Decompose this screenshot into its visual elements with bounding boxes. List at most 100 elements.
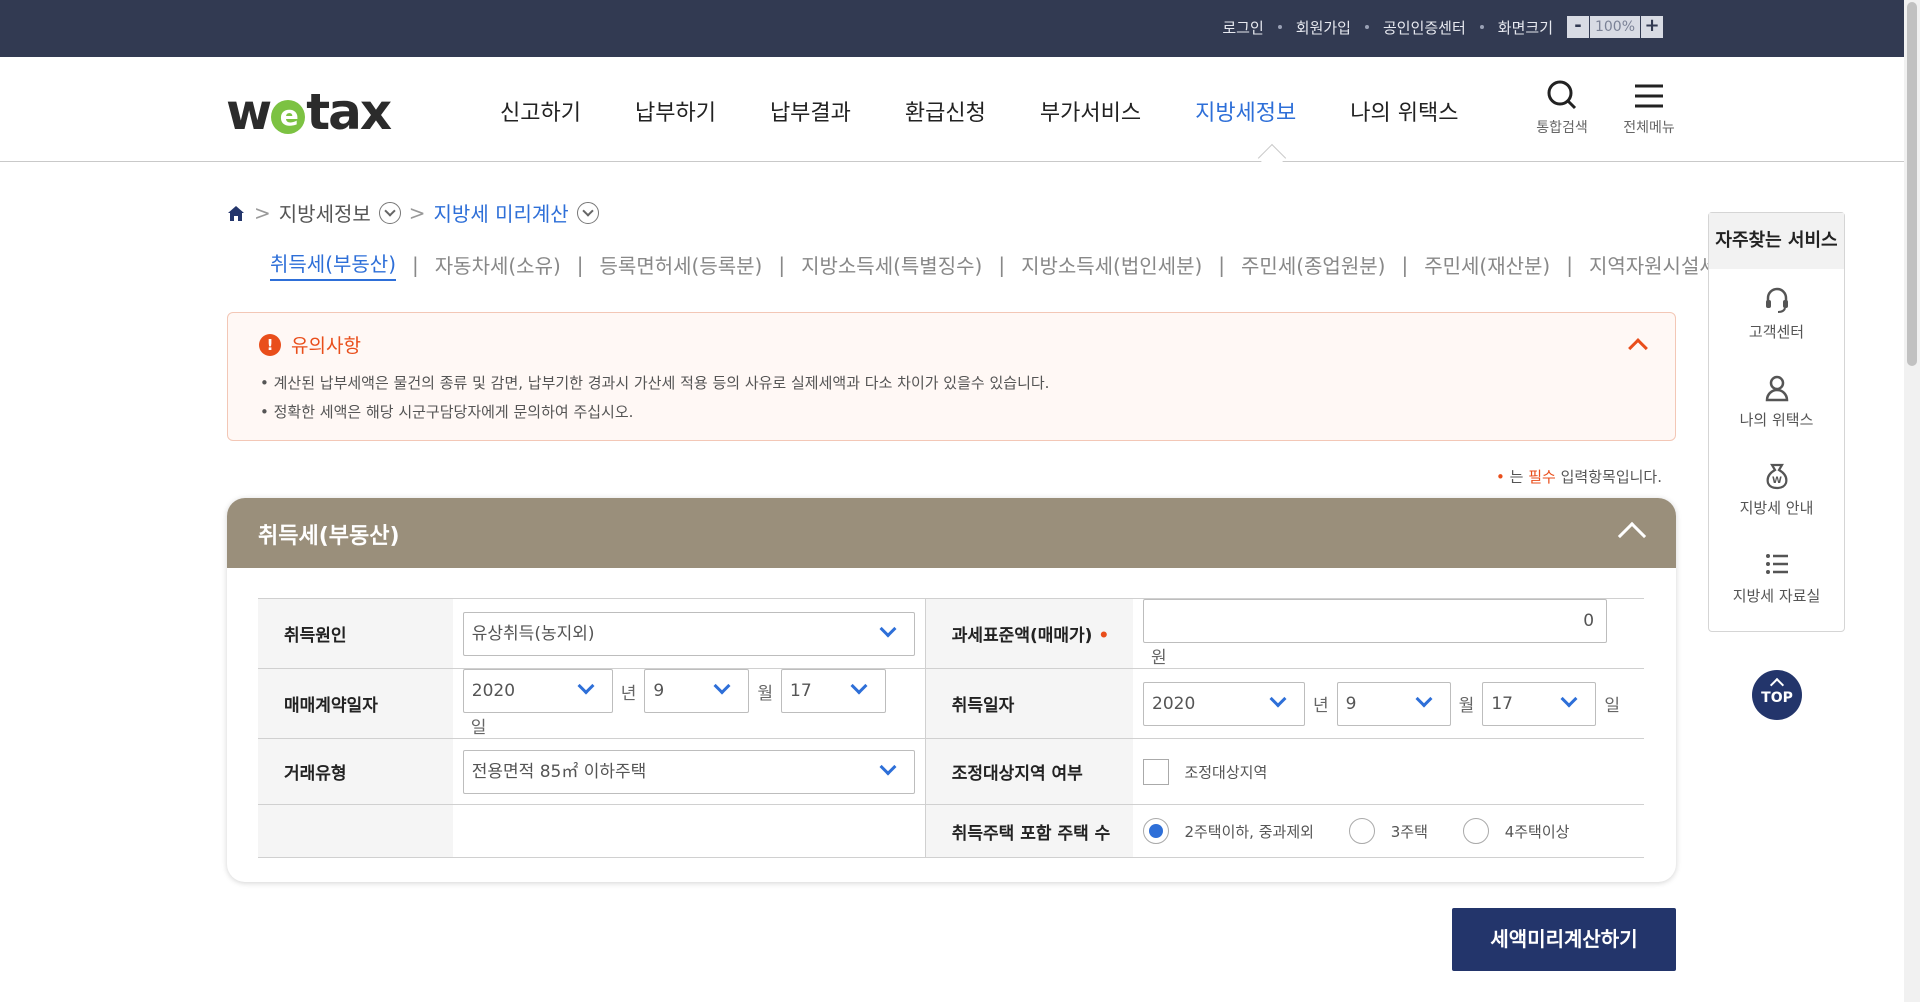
acq-date-cell: 2020 년 9 월 17 일 xyxy=(1133,668,1644,739)
money-bag-icon: W xyxy=(1766,463,1787,490)
quick-item-label: 지방세 자료실 xyxy=(1732,587,1821,605)
contract-year-select[interactable]: 2020 xyxy=(462,669,613,713)
calculate-tax-button[interactable]: 세액미리계산하기 xyxy=(1452,908,1676,971)
acq-month-select[interactable]: 9 xyxy=(1336,681,1451,726)
nav-report[interactable]: 신고하기 xyxy=(500,95,581,127)
user-icon xyxy=(1765,375,1788,402)
breadcrumb-separator: > xyxy=(254,200,271,225)
collapse-up-icon[interactable] xyxy=(1628,338,1648,358)
nav-refund[interactable]: 환급신청 xyxy=(905,95,986,127)
signup-link[interactable]: 회원가입 xyxy=(1296,17,1351,38)
tab-divider: | xyxy=(576,252,584,277)
tab-divider: | xyxy=(778,252,786,277)
search-button[interactable]: 통합검색 xyxy=(1532,79,1592,137)
quick-item-customer-center[interactable]: 고객센터 xyxy=(1709,269,1844,357)
nav-local-tax-info[interactable]: 지방세정보 xyxy=(1195,95,1296,127)
acq-cause-select[interactable]: 유상취득(농지외) xyxy=(462,611,915,656)
all-menu-button[interactable]: 전체메뉴 xyxy=(1619,79,1679,137)
house-count-radio-3[interactable] xyxy=(1463,818,1490,844)
zoom-value: 100% xyxy=(1590,16,1640,38)
tab-vehicle-tax[interactable]: 자동차세(소유) xyxy=(435,250,561,279)
deal-type-value: 전용면적 85㎡ 이하주택 xyxy=(471,761,647,782)
acquisition-tax-panel: 취득세(부동산) 취득원인 유상취득(농지외) 과세표준액(매매가) • 0 원… xyxy=(227,498,1676,882)
chevron-down-icon[interactable] xyxy=(576,201,599,224)
house-count-option-1[interactable]: 2주택이하, 중과제외 xyxy=(1184,823,1313,841)
nav-my-wetax[interactable]: 나의 위택스 xyxy=(1350,95,1458,127)
quick-item-local-tax-library[interactable]: 지방세 자료실 xyxy=(1709,533,1844,621)
required-note-highlight: 필수 xyxy=(1528,468,1556,486)
certificate-center-link[interactable]: 공인인증센터 xyxy=(1383,17,1466,38)
tab-divider: | xyxy=(1401,252,1409,277)
vertical-scrollbar[interactable] xyxy=(1904,0,1920,1002)
panel-header: 취득세(부동산) xyxy=(227,498,1676,568)
login-link[interactable]: 로그인 xyxy=(1222,17,1263,38)
acq-year-select[interactable]: 2020 xyxy=(1143,681,1306,726)
chevron-down-icon xyxy=(879,620,897,637)
nav-payment[interactable]: 납부하기 xyxy=(635,95,716,127)
adjust-area-checkbox[interactable] xyxy=(1143,758,1170,785)
required-note-post: 입력항목입니다. xyxy=(1560,468,1662,486)
acq-cause-cell: 유상취득(농지외) xyxy=(452,598,926,669)
house-count-radio-2[interactable] xyxy=(1349,818,1376,844)
contract-day-value: 17 xyxy=(790,681,812,701)
main-header: w e tax 신고하기 납부하기 납부결과 환급신청 부가서비스 지방세정보 나의… xyxy=(0,57,1904,162)
house-count-radio-1[interactable] xyxy=(1143,818,1170,844)
tab-acquisition-tax[interactable]: 취득세(부동산) xyxy=(270,248,397,281)
acq-day-select[interactable]: 17 xyxy=(1482,681,1597,726)
chevron-down-icon xyxy=(1415,690,1433,707)
chevron-down-icon xyxy=(879,758,897,775)
tab-income-tax-corporate[interactable]: 지방소득세(법인세분) xyxy=(1021,250,1202,279)
tax-base-input[interactable]: 0 xyxy=(1143,599,1608,643)
nav-payment-result[interactable]: 납부결과 xyxy=(770,95,851,127)
table-row: 취득원인 유상취득(농지외) 과세표준액(매매가) • 0 원 xyxy=(258,598,1644,669)
screen-size-label: 화면크기 xyxy=(1497,18,1553,37)
chevron-down-icon[interactable] xyxy=(378,201,401,224)
zoom-out-button[interactable]: - xyxy=(1567,16,1589,38)
contract-year-value: 2020 xyxy=(471,681,516,701)
chevron-down-icon xyxy=(1269,690,1287,707)
scrollbar-thumb[interactable] xyxy=(1907,2,1917,366)
notice-line-2: • 정확한 세액은 해당 시군구담당자에게 문의하여 주십시오. xyxy=(260,403,634,421)
tab-registration-tax[interactable]: 등록면허세(등록분) xyxy=(600,250,763,279)
quick-item-my-wetax[interactable]: 나의 위택스 xyxy=(1709,357,1844,445)
breadcrumb-level1[interactable]: 지방세정보 xyxy=(279,198,371,227)
wetax-logo[interactable]: w e tax xyxy=(226,87,392,137)
contract-month-select[interactable]: 9 xyxy=(644,669,750,713)
collapse-up-icon[interactable] xyxy=(1617,521,1647,551)
required-mark: • xyxy=(1098,626,1110,646)
acq-month-value: 9 xyxy=(1345,693,1357,714)
chevron-down-icon xyxy=(850,677,868,695)
notice-header: ! 유의사항 xyxy=(259,331,361,358)
home-icon[interactable] xyxy=(226,203,246,223)
breadcrumb-level2[interactable]: 지방세 미리계산 xyxy=(434,198,569,227)
logo-w: w xyxy=(226,83,272,141)
tab-regional-resource-tax[interactable]: 지역자원시설세 xyxy=(1589,250,1718,279)
tab-resident-tax-employee[interactable]: 주민세(종업원분) xyxy=(1241,250,1385,279)
required-note-pre: 는 xyxy=(1509,468,1524,486)
quick-item-local-tax-guide[interactable]: W 지방세 안내 xyxy=(1709,445,1844,533)
calc-form-table: 취득원인 유상취득(농지외) 과세표준액(매매가) • 0 원 매매계약일자 2… xyxy=(258,598,1644,858)
quick-item-label: 나의 위택스 xyxy=(1739,411,1814,429)
nav-extra-services[interactable]: 부가서비스 xyxy=(1040,95,1141,127)
contract-day-select[interactable]: 17 xyxy=(781,669,887,713)
tax-base-cell: 0 원 xyxy=(1133,598,1644,669)
tab-divider: | xyxy=(1566,252,1573,277)
main-nav: 신고하기 납부하기 납부결과 환급신청 부가서비스 지방세정보 나의 위택스 xyxy=(500,95,1512,127)
zoom-in-button[interactable]: + xyxy=(1641,16,1663,38)
deal-type-select[interactable]: 전용면적 85㎡ 이하주택 xyxy=(462,749,915,794)
tax-base-label-text: 과세표준액(매매가) xyxy=(951,626,1093,646)
acq-day-value: 17 xyxy=(1491,693,1513,714)
top-utility-bar: 로그인 회원가입 공인인증센터 화면크기 - 100% + xyxy=(0,0,1904,57)
tab-resident-tax-property[interactable]: 주민세(재산분) xyxy=(1424,250,1550,279)
chevron-down-icon xyxy=(713,677,731,695)
scroll-top-button[interactable]: TOP xyxy=(1752,670,1802,720)
search-label: 통합검색 xyxy=(1536,120,1588,136)
adjust-area-checkbox-label[interactable]: 조정대상지역 xyxy=(1184,763,1267,781)
tab-divider: | xyxy=(1218,252,1226,277)
house-count-option-3[interactable]: 4주택이상 xyxy=(1505,823,1570,841)
breadcrumb-separator: > xyxy=(408,200,426,225)
tab-income-tax-withholding[interactable]: 지방소득세(특별징수) xyxy=(801,250,982,279)
house-count-option-2[interactable]: 3주택 xyxy=(1391,823,1428,841)
logo-tax: tax xyxy=(306,83,392,141)
table-row: 취득주택 포함 주택 수 2주택이하, 중과제외 3주택 4주택이상 xyxy=(258,804,1644,858)
